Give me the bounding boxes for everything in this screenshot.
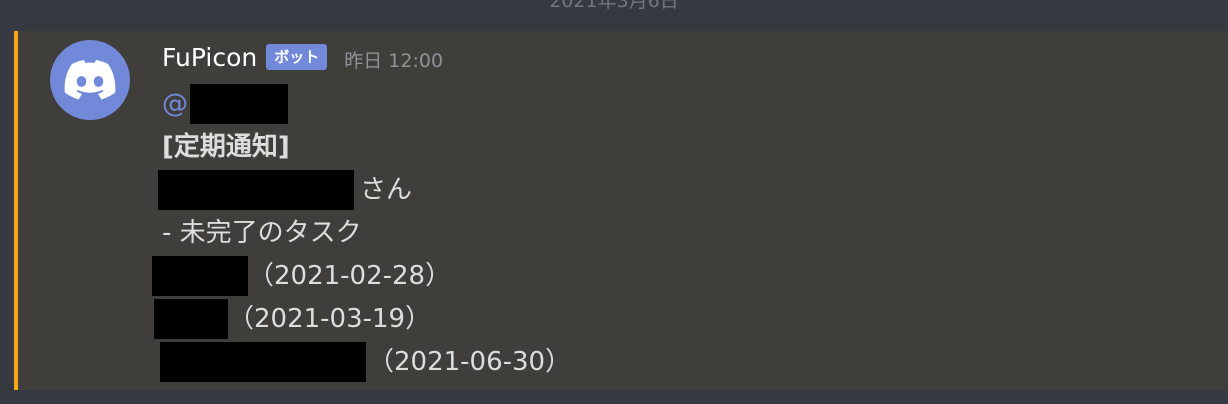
task-item: （2021-02-28） bbox=[152, 256, 451, 296]
redacted-username bbox=[190, 84, 288, 124]
task-item: （2021-03-19） bbox=[154, 299, 431, 339]
redacted-task-name bbox=[152, 256, 248, 296]
recipient-line: さん bbox=[158, 170, 412, 210]
task-due-date: （2021-03-19） bbox=[228, 304, 432, 334]
task-due-date: （2021-02-28） bbox=[248, 261, 452, 291]
date-divider: 2021年3月6日 bbox=[549, 0, 679, 12]
mention-line: @ bbox=[162, 84, 288, 124]
date-divider-strip: 2021年3月6日 bbox=[0, 0, 1228, 31]
user-mention[interactable]: @ bbox=[162, 84, 188, 124]
redacted-recipient bbox=[158, 170, 354, 210]
bot-badge: ボット bbox=[266, 44, 328, 70]
message-title: [定期通知] bbox=[162, 132, 290, 162]
redacted-task-name bbox=[160, 342, 366, 382]
avatar[interactable] bbox=[50, 40, 130, 120]
task-item: （2021-06-30） bbox=[160, 342, 571, 382]
discord-logo-icon bbox=[64, 60, 116, 100]
honorific-text: さん bbox=[360, 175, 413, 205]
message[interactable]: FuPicon ボット 昨日 12:00 @ [定期通知] さん - 未完了のタ… bbox=[14, 31, 1228, 390]
task-section-heading: - 未完了のタスク bbox=[162, 218, 362, 248]
message-timestamp[interactable]: 昨日 12:00 bbox=[344, 46, 443, 73]
redacted-task-name bbox=[154, 299, 228, 339]
message-header: FuPicon ボット 昨日 12:00 bbox=[162, 39, 443, 75]
bottom-strip bbox=[0, 390, 1228, 404]
author-name[interactable]: FuPicon bbox=[162, 43, 257, 72]
task-due-date: （2021-06-30） bbox=[368, 347, 572, 377]
